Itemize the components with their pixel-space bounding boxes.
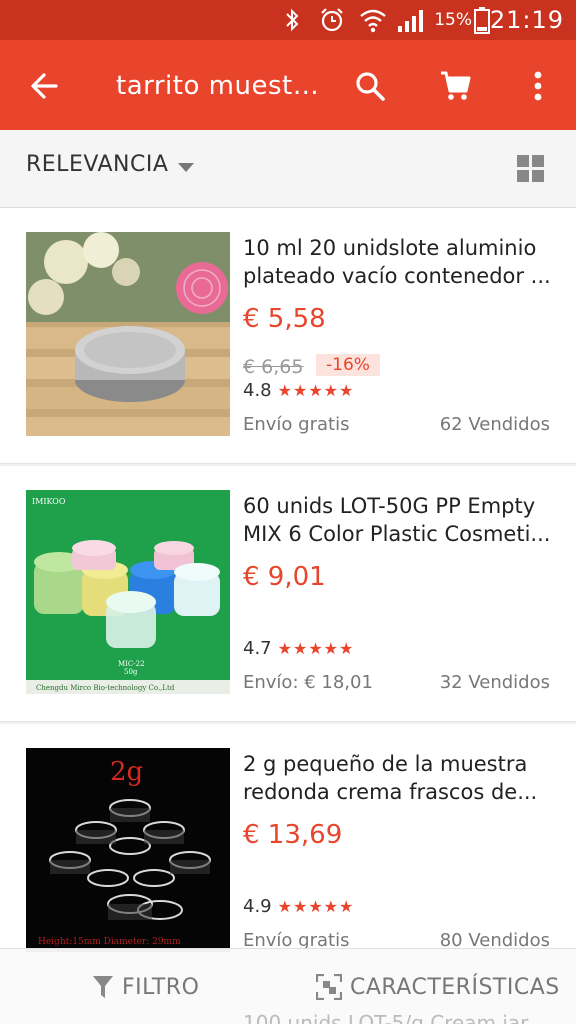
star-icon: ★★★★★ bbox=[277, 381, 355, 400]
price: € 9,01 bbox=[243, 562, 326, 592]
sold-count: 32 Vendidos bbox=[439, 672, 550, 693]
battery-icon bbox=[474, 7, 490, 34]
alarm-icon bbox=[321, 8, 343, 32]
original-price: € 6,65 bbox=[243, 356, 304, 378]
next-product-peek: 100 unids LOT-5/g Cream jar bbox=[243, 1011, 529, 1024]
image-size-text: 50g bbox=[124, 668, 138, 676]
sold-count: 62 Vendidos bbox=[439, 414, 550, 435]
image-company-text: Chengdu Mirco Bio-technology Co.,Ltd bbox=[36, 684, 175, 692]
star-icon: ★★★★★ bbox=[277, 897, 355, 916]
more-options-button[interactable] bbox=[514, 62, 562, 110]
rating: 4.9 ★★★★★ bbox=[243, 896, 354, 917]
product-image[interactable] bbox=[26, 232, 230, 436]
rating: 4.7 ★★★★★ bbox=[243, 638, 354, 659]
product-card[interactable]: 2g Height:15mm Diameter: 29mm 2 g pequeñ… bbox=[0, 724, 576, 980]
signal-icon bbox=[398, 10, 423, 32]
product-title[interactable]: 60 unids LOT-50G PP Empty MIX 6 Color Pl… bbox=[243, 492, 553, 548]
product-image[interactable]: IMIKOO MIC-22 50g Chengdu Mirco Bio-tech… bbox=[26, 490, 230, 694]
wifi-icon bbox=[360, 9, 386, 33]
arrow-left-icon bbox=[31, 73, 58, 99]
shipping-info: Envío: € 18,01 bbox=[243, 672, 373, 693]
image-size-label: 2g bbox=[110, 757, 143, 787]
rating-value: 4.9 bbox=[243, 896, 272, 917]
image-brand-text: IMIKOO bbox=[32, 497, 66, 506]
discount-badge: -16% bbox=[316, 354, 380, 376]
bottom-action-bar: FILTRO CARACTERÍSTICAS 100 unids LOT-5/g… bbox=[0, 948, 576, 1024]
bluetooth-icon bbox=[286, 8, 299, 32]
product-image[interactable]: 2g Height:15mm Diameter: 29mm bbox=[26, 748, 230, 952]
product-list: 10 ml 20 unidslote aluminio plateado vac… bbox=[0, 208, 576, 982]
chevron-down-icon[interactable] bbox=[178, 163, 194, 172]
rating-value: 4.7 bbox=[243, 638, 272, 659]
cart-icon bbox=[441, 71, 471, 100]
search-icon bbox=[356, 72, 385, 101]
features-label: CARACTERÍSTICAS bbox=[350, 974, 560, 1000]
search-button[interactable] bbox=[346, 62, 394, 110]
sort-bar: RELEVANCIA bbox=[0, 130, 576, 208]
grid-view-icon[interactable] bbox=[516, 154, 546, 184]
star-icon: ★★★★★ bbox=[277, 639, 355, 658]
funnel-icon bbox=[93, 976, 113, 998]
rating-value: 4.8 bbox=[243, 380, 272, 401]
product-title[interactable]: 10 ml 20 unidslote aluminio plateado vac… bbox=[243, 234, 553, 290]
product-card[interactable]: IMIKOO MIC-22 50g Chengdu Mirco Bio-tech… bbox=[0, 466, 576, 722]
app-bar: tarrito muestr... bbox=[0, 40, 576, 130]
status-bar: 15% 21:19 bbox=[0, 0, 576, 40]
image-dimensions-text: Height:15mm Diameter: 29mm bbox=[38, 937, 181, 947]
filter-button[interactable]: FILTRO bbox=[92, 949, 199, 1024]
cart-button[interactable] bbox=[432, 62, 480, 110]
price: € 5,58 bbox=[243, 304, 326, 334]
image-code-text: MIC-22 bbox=[118, 660, 145, 668]
rating: 4.8 ★★★★★ bbox=[243, 380, 354, 401]
sort-dropdown[interactable]: RELEVANCIA bbox=[26, 152, 168, 177]
search-query-title[interactable]: tarrito muestr... bbox=[116, 64, 326, 108]
back-button[interactable] bbox=[20, 62, 68, 110]
more-vert-icon bbox=[534, 71, 542, 101]
clock-time: 21:19 bbox=[489, 6, 564, 34]
shipping-info: Envío gratis bbox=[243, 414, 350, 435]
product-title[interactable]: 2 g pequeño de la muestra redonda crema … bbox=[243, 750, 553, 806]
product-card[interactable]: 10 ml 20 unidslote aluminio plateado vac… bbox=[0, 208, 576, 464]
price: € 13,69 bbox=[243, 820, 343, 850]
screen: 15% 21:19 tarrito muestr... RELEVANCIA 1… bbox=[0, 0, 576, 1024]
battery-percent: 15% bbox=[434, 10, 472, 30]
features-icon bbox=[316, 974, 342, 1000]
filter-label: FILTRO bbox=[122, 974, 200, 1000]
